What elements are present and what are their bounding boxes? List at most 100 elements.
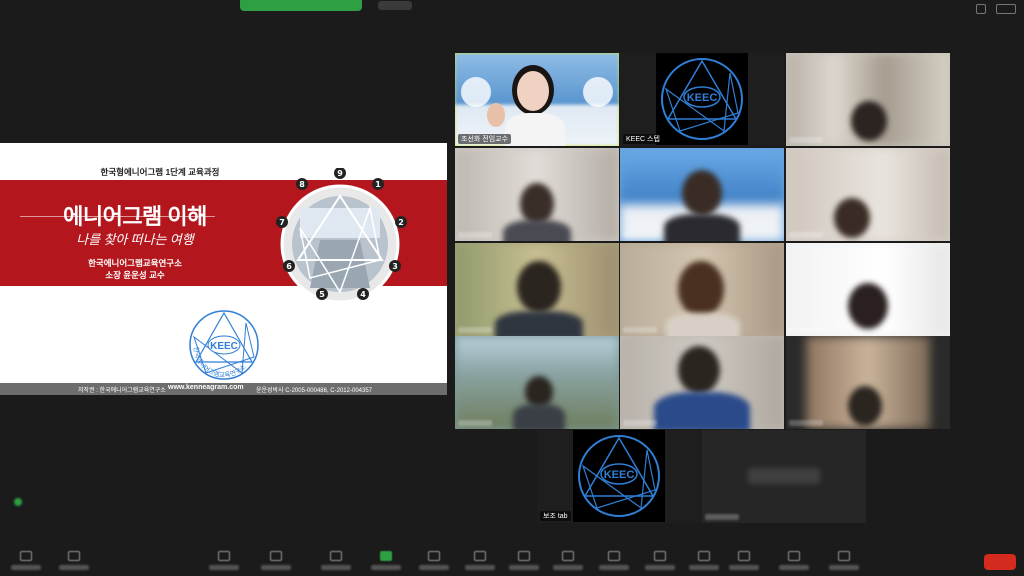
- fullscreen-icon[interactable]: [976, 4, 986, 14]
- immersive-view-button[interactable]: [774, 549, 814, 575]
- shared-screen-slide: 한국형에니어그램 1단계 교육과정 에니어그램 이해 나를 찾아 떠나는 여행 …: [0, 143, 447, 395]
- keec-logo: KEEC: [656, 53, 748, 145]
- security-label: [209, 565, 239, 570]
- wheel-number-7: 7: [279, 218, 285, 227]
- wheel-number-5: 5: [319, 290, 325, 299]
- participant-tile-11[interactable]: [620, 336, 784, 429]
- notes-icon: [738, 551, 750, 561]
- whiteboards-button[interactable]: [684, 549, 724, 575]
- breakout-label: [553, 565, 583, 570]
- participant-tile-12[interactable]: [786, 336, 950, 429]
- participant-tile-5[interactable]: [620, 148, 784, 241]
- slide-institute: 한국에니어그램교육연구소: [88, 258, 182, 268]
- participant-4-body: [503, 220, 571, 241]
- participant-tile-blank[interactable]: [702, 430, 866, 523]
- whiteboards-label: [689, 565, 719, 570]
- slide-footer-patent: 윤운성박사 C-2005-000486, C-2012-004357: [256, 388, 372, 394]
- participant-tile-6[interactable]: [786, 148, 950, 241]
- participant-tile-7[interactable]: [455, 243, 619, 336]
- participant-5-body: [664, 214, 740, 241]
- wheel-number-3: 3: [392, 262, 398, 271]
- keec-logo-text: KEEC: [604, 469, 635, 481]
- participant-10-body: [513, 404, 565, 429]
- apps-button[interactable]: [640, 549, 680, 575]
- reactions-label: [599, 565, 629, 570]
- presenter-hand: [487, 103, 505, 127]
- security-button[interactable]: [204, 549, 244, 575]
- more-icon: [838, 551, 850, 561]
- immersive-label: [779, 565, 809, 570]
- participant-4-head: [520, 183, 554, 225]
- slide-subtitle: 나를 찾아 떠나는 여행: [76, 232, 194, 247]
- meeting-controls-toolbar: [0, 546, 1024, 576]
- gallery-view-icon[interactable]: [996, 4, 1016, 14]
- notes-button[interactable]: [724, 549, 764, 575]
- participant-tile-keec[interactable]: KEEC KEEC 스텝: [620, 53, 784, 146]
- more-button[interactable]: [824, 549, 864, 575]
- security-shield-icon[interactable]: [14, 498, 22, 506]
- slide-professor: 소장 윤운성 교수: [105, 270, 165, 280]
- slide-title: 에니어그램 이해: [63, 204, 207, 229]
- reactions-icon: [608, 551, 620, 561]
- participant-name-4: [458, 232, 492, 238]
- keec-logo-text: KEEC: [210, 341, 238, 352]
- participant-name-blank: [705, 514, 739, 520]
- participant-12-head: [848, 386, 882, 426]
- slide-footer-copyright: 저작권 : 한국에니어그램교육연구소: [78, 388, 166, 394]
- wheel-number-4: 4: [360, 290, 366, 299]
- view-options-button[interactable]: [378, 1, 412, 10]
- chat-label: [321, 565, 351, 570]
- participant-name-11: [623, 420, 657, 426]
- chat-button[interactable]: [316, 549, 356, 575]
- participant-tile-9[interactable]: [786, 243, 950, 336]
- slide-course-label: 한국형에니어그램 1단계 교육과정: [100, 167, 220, 177]
- video-camera-icon: [68, 551, 80, 561]
- breakout-rooms-button[interactable]: [548, 549, 588, 575]
- enneagram-wheel-graphic: 9 1 2 3 4 5 6 7 8: [276, 168, 407, 304]
- participant-name-5: [623, 232, 657, 238]
- participant-7-head: [517, 261, 561, 313]
- record-button[interactable]: [460, 549, 500, 575]
- polls-button[interactable]: [414, 549, 454, 575]
- share-label: [371, 565, 401, 570]
- people-icon: [270, 551, 282, 561]
- whiteboard-icon: [698, 551, 710, 561]
- participant-name-9: [789, 327, 823, 333]
- polls-label: [419, 565, 449, 570]
- immersive-view-icon: [788, 551, 800, 561]
- participant-name-aux: 보조 tab: [540, 511, 571, 521]
- participant-tile-4[interactable]: [455, 148, 619, 241]
- end-meeting-button[interactable]: [984, 554, 1016, 570]
- presenter-body: [505, 113, 565, 146]
- participant-name-placeholder: [748, 468, 820, 484]
- participant-8-body: [666, 313, 740, 336]
- more-label: [829, 565, 859, 570]
- stop-video-button[interactable]: [54, 549, 94, 575]
- participant-tile-3[interactable]: [786, 53, 950, 146]
- wheel-number-6: 6: [286, 262, 292, 271]
- poll-icon: [428, 551, 440, 561]
- show-captions-button[interactable]: [504, 549, 544, 575]
- participant-tile-8[interactable]: [620, 243, 784, 336]
- screen-share-status-bar[interactable]: [240, 0, 362, 11]
- presenter-bg-logo-right: [583, 77, 613, 107]
- reactions-button[interactable]: [594, 549, 634, 575]
- participant-tile-aux[interactable]: KEEC 보조 tab: [537, 430, 701, 523]
- participant-name-keec: KEEC 스텝: [623, 134, 663, 144]
- participant-tile-10[interactable]: [455, 336, 619, 429]
- participants-label: [261, 565, 291, 570]
- share-screen-button[interactable]: [366, 549, 406, 575]
- apps-label: [645, 565, 675, 570]
- participants-button[interactable]: [256, 549, 296, 575]
- participant-5-head: [682, 170, 722, 216]
- keec-logo-text: KEEC: [687, 92, 718, 104]
- meeting-top-bar: [0, 0, 1024, 18]
- participant-11-body: [654, 392, 750, 429]
- slide-divider: [20, 216, 215, 217]
- participant-name-7: [458, 327, 492, 333]
- participant-3-head: [851, 101, 887, 141]
- participant-tile-presenter[interactable]: 조선화 전임교수: [455, 53, 619, 146]
- keec-logo: KEEC 한국에니어그램교육연구소: [189, 310, 259, 380]
- mute-button[interactable]: [6, 549, 46, 575]
- breakout-rooms-icon: [562, 551, 574, 561]
